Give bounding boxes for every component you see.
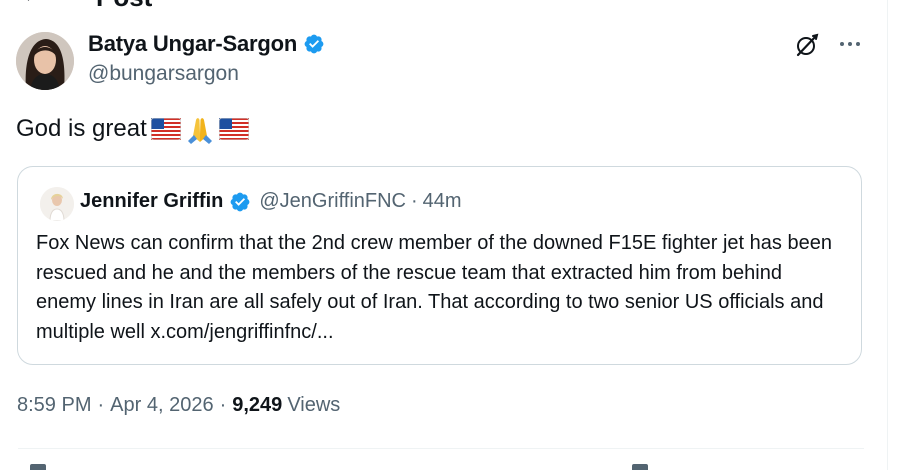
grok-icon[interactable]: [794, 32, 820, 58]
quoted-author-name[interactable]: Jennifer Griffin: [80, 190, 223, 213]
quoted-timestamp[interactable]: 44m: [423, 190, 462, 213]
quoted-author-handle[interactable]: @JenGriffinFNC: [259, 190, 406, 213]
quoted-avatar-portrait: [40, 187, 74, 221]
quoted-tweet-card[interactable]: Jennifer Griffin @JenGriffinFNC · 44m Fo…: [17, 166, 862, 365]
author-avatar[interactable]: [16, 32, 74, 90]
views-count: 9,249: [232, 394, 283, 416]
tweet-meta: 8:59 PM · Apr 4, 2026 · 9,249 Views: [17, 394, 340, 417]
more-icon[interactable]: [838, 36, 862, 52]
quoted-author-avatar[interactable]: [40, 187, 74, 221]
tweet-text-content: God is great: [16, 115, 147, 142]
tweet-date[interactable]: Apr 4, 2026: [110, 394, 213, 417]
separator-dot: ·: [219, 394, 227, 416]
reply-icon[interactable]: [30, 464, 46, 470]
verified-badge-icon: [304, 34, 324, 54]
tweet-time[interactable]: 8:59 PM: [17, 394, 91, 417]
separator-dot: ·: [97, 394, 105, 416]
views-label: Views: [287, 394, 341, 416]
folded-hands-emoji-icon: [187, 118, 212, 144]
avatar-portrait: [16, 32, 74, 90]
author-name[interactable]: Batya Ungar-Sargon: [88, 31, 297, 57]
us-flag-emoji-icon: [150, 118, 181, 140]
tweet-text: God is great: [16, 114, 249, 144]
page-title: Post: [96, 0, 152, 10]
separator-dot: ·: [411, 190, 418, 212]
quoted-tweet-text: Fox News can confirm that the 2nd crew m…: [36, 232, 832, 343]
author-handle[interactable]: @bungarsargon: [88, 62, 239, 86]
divider: [18, 448, 864, 449]
arrow-left-icon[interactable]: [20, 0, 38, 4]
share-icon[interactable]: [632, 464, 648, 470]
column-divider: [887, 0, 888, 470]
us-flag-emoji-icon: [218, 118, 249, 140]
verified-badge-icon: [230, 192, 250, 211]
